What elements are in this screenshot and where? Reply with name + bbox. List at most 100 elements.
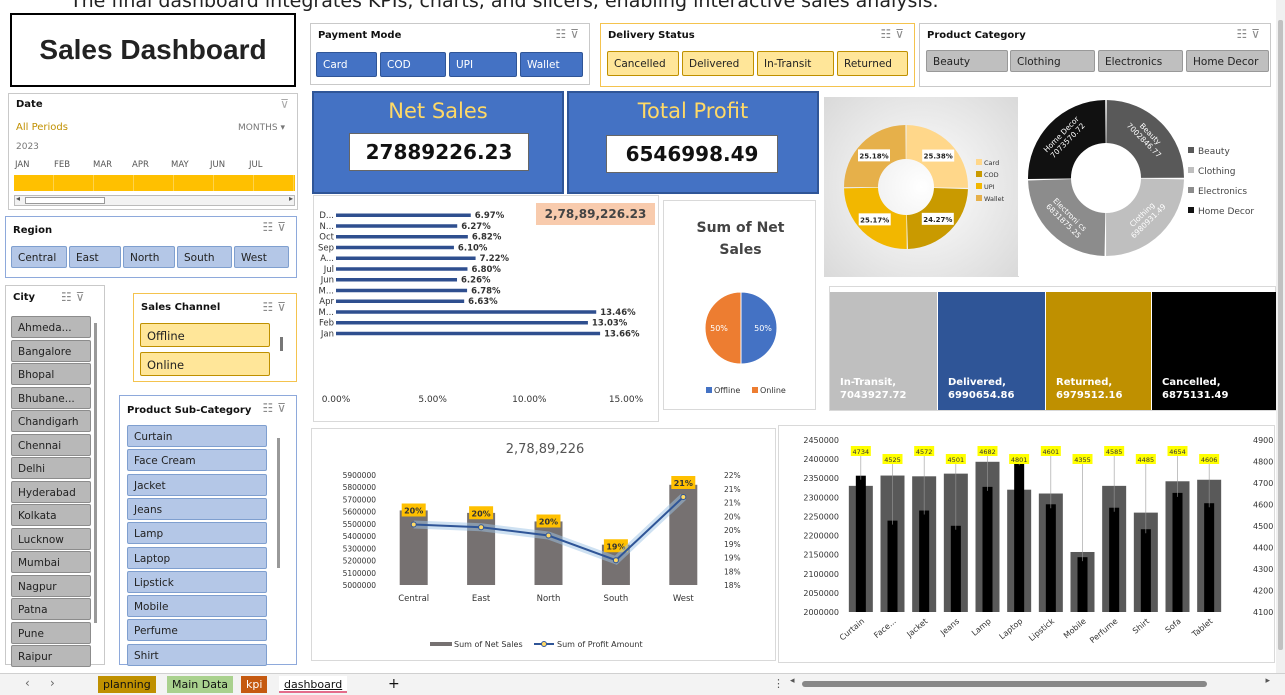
city-item[interactable]: Bangalore	[11, 339, 91, 362]
month-jan[interactable]: JAN	[15, 160, 30, 170]
payment-doughnut-chart: 25.38% 24.27% 25.17% 25.18% Card COD UPI Wallet	[824, 97, 1019, 277]
city-item[interactable]: Hyderabad	[11, 480, 91, 503]
city-item[interactable]: Bhubane...	[11, 386, 91, 409]
payment-wallet[interactable]: Wallet	[520, 52, 583, 77]
payment-cod[interactable]: COD	[380, 52, 446, 77]
count-data-label: 4355	[1074, 456, 1091, 464]
city-item[interactable]: Lucknow	[11, 527, 91, 550]
multi-select-icon[interactable]: ☷	[1236, 27, 1251, 41]
scroll-right-arrow[interactable]: ▸	[289, 194, 293, 203]
delivery-returned[interactable]: Returned	[837, 51, 908, 76]
city-item[interactable]: Kolkata	[11, 504, 91, 526]
city-item[interactable]: Pune	[11, 621, 91, 644]
region-central[interactable]: Central	[11, 246, 67, 268]
clear-filter-icon[interactable]: ⊽	[277, 300, 290, 314]
region-south[interactable]: South	[177, 246, 232, 268]
multi-select-icon[interactable]: ☷	[262, 300, 277, 314]
multi-select-icon[interactable]: ☷	[262, 220, 277, 234]
clear-filter-icon[interactable]: ⊽	[76, 290, 89, 304]
month-jun[interactable]: JUN	[210, 160, 225, 170]
clear-filter-icon[interactable]: ⊽	[895, 27, 908, 41]
region-north[interactable]: North	[123, 246, 175, 268]
month-apr[interactable]: APR	[132, 160, 149, 170]
multi-select-icon[interactable]: ☷	[262, 401, 277, 415]
payment-card[interactable]: Card	[316, 52, 377, 77]
vscroll-thumb[interactable]	[1278, 20, 1283, 650]
tab-kpi[interactable]: kpi	[241, 676, 268, 693]
date-timeline[interactable]: Date ⊽ All Periods MONTHS ▾ 2023 JAN FEB M…	[8, 93, 298, 210]
city-item[interactable]: Raipur	[11, 645, 91, 667]
tab-next-icon[interactable]: ›	[50, 676, 55, 690]
timeline-bar[interactable]	[14, 175, 295, 191]
hscroll-left-arrow[interactable]: ◂	[790, 676, 795, 686]
delivery-delivered[interactable]: Delivered	[682, 51, 754, 76]
tab-planning[interactable]: planning	[98, 676, 156, 693]
clear-filter-icon[interactable]: ⊽	[277, 220, 290, 234]
month-jul[interactable]: JUL	[249, 160, 262, 170]
sub-category-count-bar	[1077, 557, 1088, 612]
city-item[interactable]: Chennai	[11, 433, 91, 456]
category-item[interactable]: Electronics	[1098, 50, 1183, 72]
city-item[interactable]: Ahmeda...	[11, 316, 91, 338]
month-may[interactable]: MAY	[171, 160, 189, 170]
city-scrollbar[interactable]	[94, 323, 97, 623]
tab-dashboard[interactable]: dashboard	[279, 676, 348, 693]
sub-category-item[interactable]: Jeans	[127, 497, 267, 520]
city-item[interactable]: Delhi	[11, 457, 91, 479]
scroll-left-arrow[interactable]: ◂	[16, 194, 20, 203]
city-item[interactable]: Nagpur	[11, 574, 91, 597]
clear-filter-icon[interactable]: ⊽	[277, 401, 290, 415]
sub-category-item[interactable]: Lipstick	[127, 570, 267, 593]
hscroll-right-arrow[interactable]: ▸	[1265, 676, 1270, 686]
category-item[interactable]: Clothing	[1010, 50, 1095, 72]
channel-offline[interactable]: Offline	[140, 323, 270, 347]
channel-online[interactable]: Online	[140, 352, 270, 376]
month-bar	[336, 331, 601, 336]
multi-select-icon[interactable]: ☷	[555, 27, 570, 41]
add-sheet-button[interactable]: +	[383, 676, 405, 693]
sub-category-item[interactable]: Face Cream	[127, 449, 267, 472]
month-mar[interactable]: MAR	[93, 160, 112, 170]
horizontal-scrollbar[interactable]: ◂ ▸	[790, 676, 1270, 689]
city-item[interactable]: Mumbai	[11, 551, 91, 573]
category-item[interactable]: Beauty	[926, 50, 1008, 72]
region-west[interactable]: West	[234, 246, 289, 268]
sub-category-item[interactable]: Shirt	[127, 643, 267, 666]
city-item[interactable]: Patna	[11, 598, 91, 620]
sub-category-item[interactable]: Mobile	[127, 595, 267, 618]
city-item[interactable]: Bhopal	[11, 363, 91, 385]
hscroll-thumb[interactable]	[802, 681, 1207, 687]
clear-filter-icon[interactable]: ⊽	[570, 27, 583, 41]
legend-label: Wallet	[984, 195, 1005, 203]
y2-tick-label: 19%	[724, 540, 741, 549]
sales-channel-title: Sales Channel	[141, 302, 221, 313]
delivery-cancelled[interactable]: Cancelled	[607, 51, 679, 76]
sub-category-item[interactable]: Jacket	[127, 473, 267, 496]
more-options-icon[interactable]: ⋮	[773, 677, 784, 690]
clear-filter-icon[interactable]: ⊽	[280, 97, 289, 111]
sub-category-scrollbar[interactable]	[277, 438, 280, 568]
category-item[interactable]: Home Decor	[1186, 50, 1269, 72]
multi-select-icon[interactable]: ☷	[880, 27, 895, 41]
vertical-scrollbar[interactable]	[1276, 0, 1285, 675]
sub-category-item[interactable]: Laptop	[127, 546, 267, 569]
delivery-in-transit[interactable]: In-Transit	[757, 51, 834, 76]
city-item[interactable]: Chandigarh	[11, 410, 91, 432]
timeline-scrollbar[interactable]: ◂ ▸	[14, 194, 295, 206]
sub-category-count-bar	[1109, 507, 1120, 612]
legend-label: Clothing	[1198, 167, 1235, 177]
sales-channel-scrollbar[interactable]	[280, 337, 283, 351]
tab-prev-icon[interactable]: ‹	[25, 676, 30, 690]
sub-category-item[interactable]: Lamp	[127, 522, 267, 545]
region-east[interactable]: East	[69, 246, 121, 268]
sub-category-item[interactable]: Curtain	[127, 425, 267, 447]
count-data-label: 4501	[948, 456, 965, 464]
multi-select-icon[interactable]: ☷	[61, 290, 76, 304]
scroll-thumb[interactable]	[25, 197, 105, 204]
tab-main-data[interactable]: Main Data	[167, 676, 234, 693]
clear-filter-icon[interactable]: ⊽	[1251, 27, 1264, 41]
sub-category-item[interactable]: Perfume	[127, 619, 267, 642]
month-feb[interactable]: FEB	[54, 160, 70, 170]
period-unit-dropdown[interactable]: MONTHS ▾	[238, 123, 285, 133]
payment-upi[interactable]: UPI	[449, 52, 517, 77]
